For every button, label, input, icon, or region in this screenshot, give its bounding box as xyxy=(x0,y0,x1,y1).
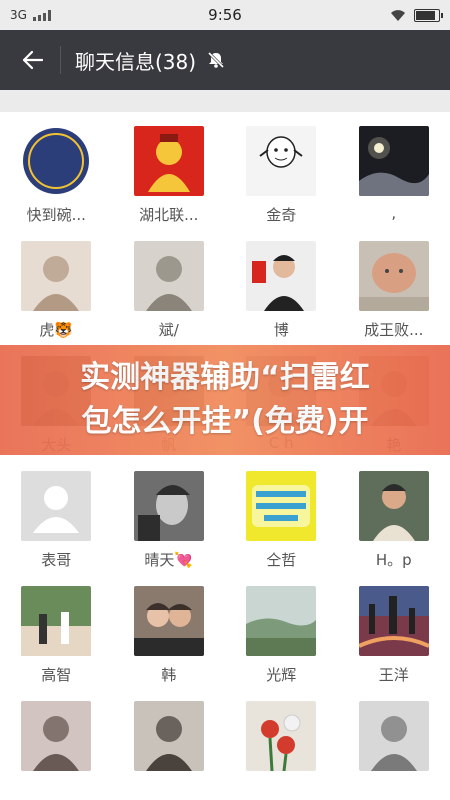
member-item[interactable]: 斌/ xyxy=(113,241,226,340)
member-avatar[interactable] xyxy=(21,241,92,311)
status-time: 9:56 xyxy=(208,6,242,24)
member-item[interactable]: 金奇 xyxy=(225,126,338,225)
member-name: 湖北联... xyxy=(139,206,199,224)
member-name: 博 xyxy=(273,321,289,339)
member-name: 成王败... xyxy=(364,321,424,339)
member-item[interactable]: 高智 xyxy=(0,586,113,685)
member-item[interactable]: 快到碗... xyxy=(0,126,113,225)
member-item[interactable]: 湖北联... xyxy=(113,126,226,225)
member-avatar[interactable] xyxy=(246,586,317,656)
member-avatar[interactable] xyxy=(246,126,317,196)
member-name: H。p xyxy=(375,551,412,569)
member-name: 高智 xyxy=(41,666,72,684)
member-avatar[interactable] xyxy=(133,701,204,771)
member-name: 王洋 xyxy=(378,666,409,684)
member-item[interactable]: H。p xyxy=(338,471,450,570)
member-item[interactable]: 晴天💘 xyxy=(113,471,226,570)
member-grid: 快到碗...湖北联...金奇,虎🐯斌/博成王败...大头帆C h艳表哥晴天💘仝哲… xyxy=(0,112,450,800)
member-item[interactable]: 光辉 xyxy=(225,586,338,685)
member-item[interactable]: 博 xyxy=(225,241,338,340)
member-name: 金奇 xyxy=(266,206,297,224)
member-name: 光辉 xyxy=(266,666,297,684)
title-divider xyxy=(60,46,61,74)
wifi-icon xyxy=(391,9,405,21)
member-name: 斌/ xyxy=(158,321,179,339)
member-avatar[interactable] xyxy=(358,241,429,311)
member-avatar[interactable] xyxy=(21,126,92,196)
member-item[interactable] xyxy=(338,701,450,800)
member-avatar[interactable] xyxy=(358,471,429,541)
banner-line-1: 实测神器辅助“扫雷红 xyxy=(80,360,370,395)
member-avatar[interactable] xyxy=(358,586,429,656)
battery-icon xyxy=(414,8,443,22)
back-button[interactable] xyxy=(14,42,50,78)
member-item[interactable]: 成王败... xyxy=(338,241,450,340)
member-avatar[interactable] xyxy=(133,126,204,196)
member-item[interactable]: 仝哲 xyxy=(225,471,338,570)
battery-fill xyxy=(416,10,435,20)
member-item[interactable] xyxy=(225,701,338,800)
member-avatar[interactable] xyxy=(246,241,317,311)
mute-bell-icon xyxy=(206,50,226,70)
member-avatar[interactable] xyxy=(358,701,429,771)
member-name: 表哥 xyxy=(41,551,72,569)
status-bar: 3G 9:56 xyxy=(0,0,450,30)
member-avatar[interactable] xyxy=(133,241,204,311)
member-avatar[interactable] xyxy=(358,126,429,196)
member-avatar[interactable] xyxy=(21,471,92,541)
member-item[interactable]: 虎🐯 xyxy=(0,241,113,340)
member-avatar[interactable] xyxy=(246,471,317,541)
member-item[interactable]: 表哥 xyxy=(0,471,113,570)
page-title: 聊天信息(38) xyxy=(75,49,197,74)
member-item[interactable] xyxy=(0,701,113,800)
member-item[interactable]: , xyxy=(338,126,450,225)
member-name: 虎🐯 xyxy=(39,321,74,339)
member-avatar[interactable] xyxy=(21,586,92,656)
member-avatar[interactable] xyxy=(246,701,317,771)
member-name: 韩 xyxy=(161,666,177,684)
overlay-banner[interactable]: 实测神器辅助“扫雷红 包怎么开挂”(免费)开 xyxy=(0,345,450,455)
member-item[interactable]: 韩 xyxy=(113,586,226,685)
back-arrow-icon xyxy=(22,50,43,70)
member-item[interactable]: 王洋 xyxy=(338,586,450,685)
member-name: 仝哲 xyxy=(266,551,297,569)
member-avatar[interactable] xyxy=(133,471,204,541)
banner-line-2: 包怎么开挂”(免费)开 xyxy=(81,404,369,439)
signal-icon xyxy=(32,9,51,21)
member-avatar[interactable] xyxy=(133,586,204,656)
member-name: 快到碗... xyxy=(26,206,86,224)
title-bar: 聊天信息(38) xyxy=(0,30,450,90)
member-name: , xyxy=(391,204,397,222)
member-avatar[interactable] xyxy=(21,701,92,771)
network-indicator: 3G xyxy=(10,8,51,22)
member-name: 晴天💘 xyxy=(144,551,194,569)
network-type: 3G xyxy=(10,8,27,22)
section-spacer xyxy=(0,90,450,112)
member-item[interactable] xyxy=(113,701,226,800)
